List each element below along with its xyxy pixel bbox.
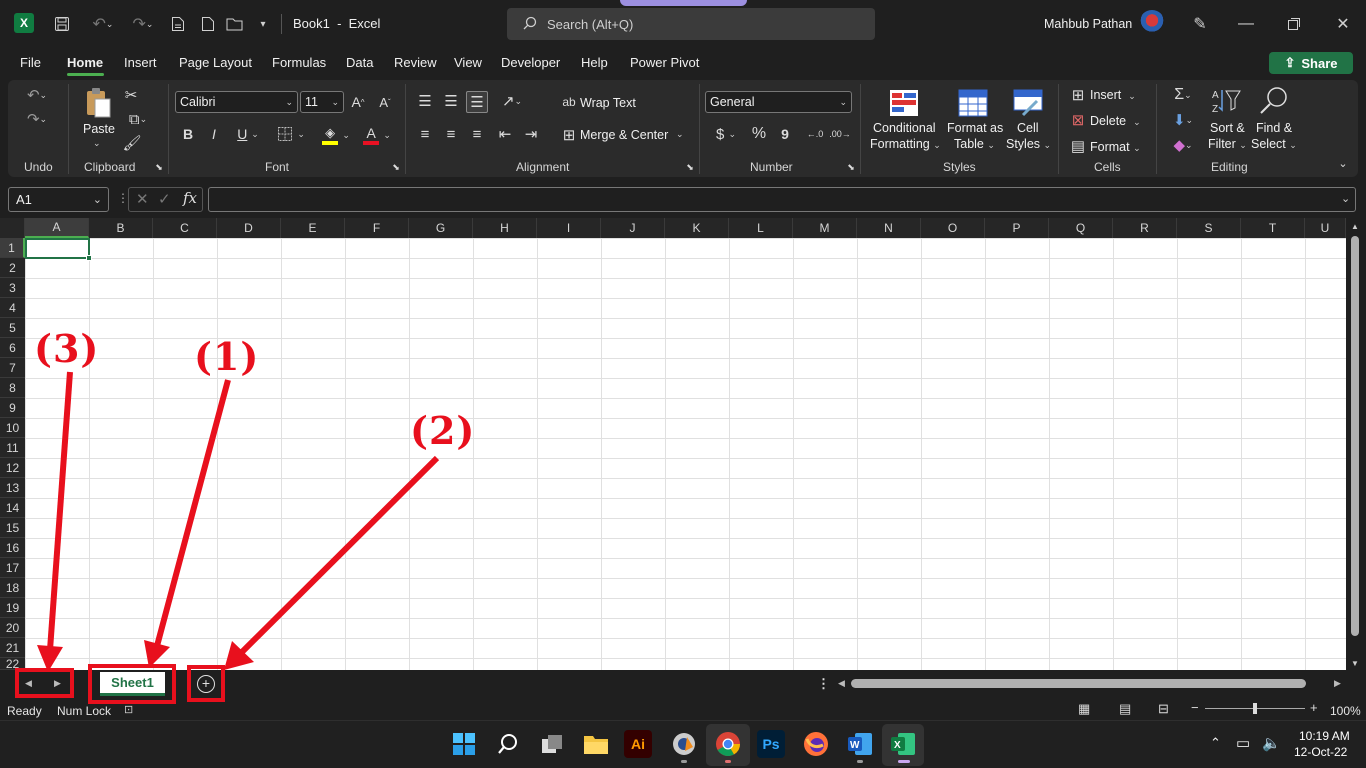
arrow-3-line <box>47 371 73 651</box>
annotation-arrows <box>37 371 440 672</box>
excel-window: X ↶ ⌄ ↷ ⌄ ▾ Book1 - Excel Search (Alt+Q)… <box>0 0 1366 768</box>
arrow-1-head <box>144 640 170 668</box>
annotation-label-1: (1) <box>194 334 260 379</box>
arrow-3-head <box>37 645 63 672</box>
arrow-2-line <box>239 455 440 655</box>
annotation-label-2: (2) <box>410 408 476 453</box>
arrow-1-line <box>154 379 231 647</box>
annotation-label-3: (3) <box>34 326 100 371</box>
